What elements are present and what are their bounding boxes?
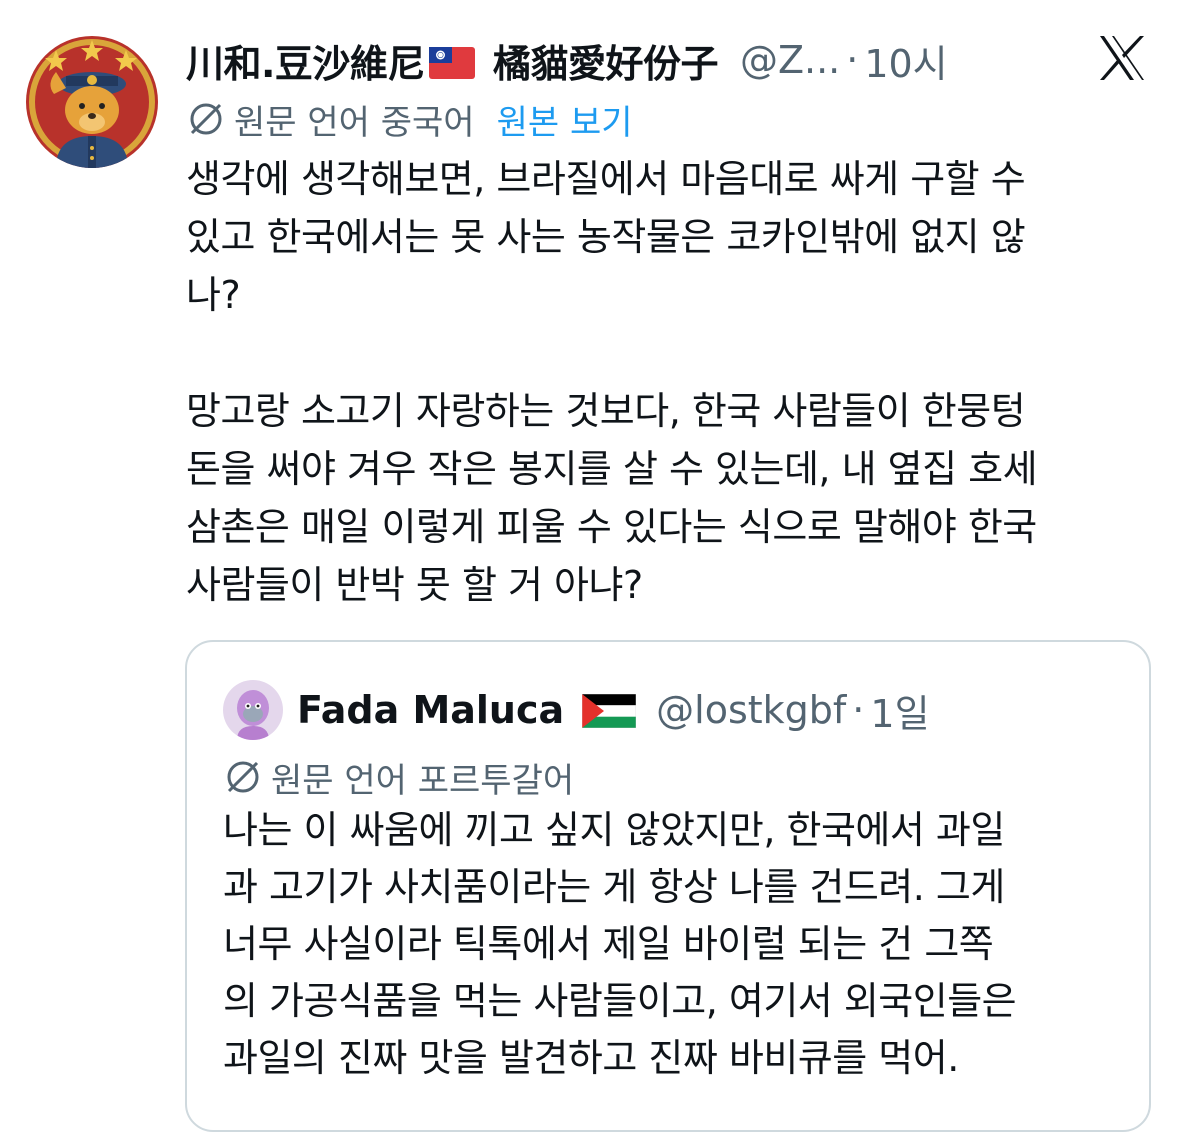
quoted-translation-label: 원문 언어 포르투갈어	[271, 760, 575, 801]
quoted-post-time[interactable]: 1일	[870, 683, 929, 738]
translation-label: 원문 언어 중국어	[234, 102, 475, 143]
show-original-link[interactable]: 원본 보기	[497, 95, 633, 144]
quoted-post[interactable]: Fada Maluca @lostkgbf · 1일 원문 언어 포르투갈어 나…	[185, 640, 1151, 1132]
avatar[interactable]	[26, 36, 158, 168]
tweet: 川和.豆沙維尼 橘貓愛好份子 @Z... · 10시 원문 언어 중국어 원본 …	[0, 0, 1179, 1136]
post-text: 생각에 생각해보면, 브라질에서 마음대로 싸게 구할 수 있고 한국에서는 못…	[186, 157, 1038, 607]
palestine-flag-icon	[581, 693, 637, 729]
quoted-translation-notice: 원문 언어 포르투갈어	[223, 752, 574, 802]
taiwan-flag-icon	[428, 44, 475, 79]
quoted-post-text: 나는 이 싸움에 끼고 싶지 않았지만, 한국에서 과일 과 고기가 사치품이라…	[223, 808, 1017, 1080]
author-name[interactable]: 川和.豆沙維尼	[186, 33, 425, 88]
post-header: 川和.豆沙維尼 橘貓愛好份子 @Z... · 10시	[186, 30, 1086, 90]
author-name-suffix[interactable]: 橘貓愛好份子	[493, 33, 719, 88]
x-logo-icon[interactable]	[1096, 32, 1148, 84]
quoted-author-name[interactable]: Fada Maluca	[297, 688, 564, 732]
quoted-header: Fada Maluca @lostkgbf · 1일	[297, 680, 930, 740]
author-handle[interactable]: @Z...	[740, 38, 840, 82]
post-time[interactable]: 10시	[864, 33, 947, 88]
quoted-author-handle[interactable]: @lostkgbf	[656, 688, 846, 732]
separator-dot: ·	[846, 38, 859, 82]
avatar-image	[26, 36, 158, 168]
quoted-avatar[interactable]	[223, 680, 283, 740]
translation-notice: 원문 언어 중국어 원본 보기	[186, 94, 633, 144]
quoted-separator-dot: ·	[852, 688, 865, 732]
globe-translate-icon	[190, 103, 222, 135]
globe-translate-icon	[227, 761, 259, 793]
quoted-avatar-image	[223, 680, 283, 740]
